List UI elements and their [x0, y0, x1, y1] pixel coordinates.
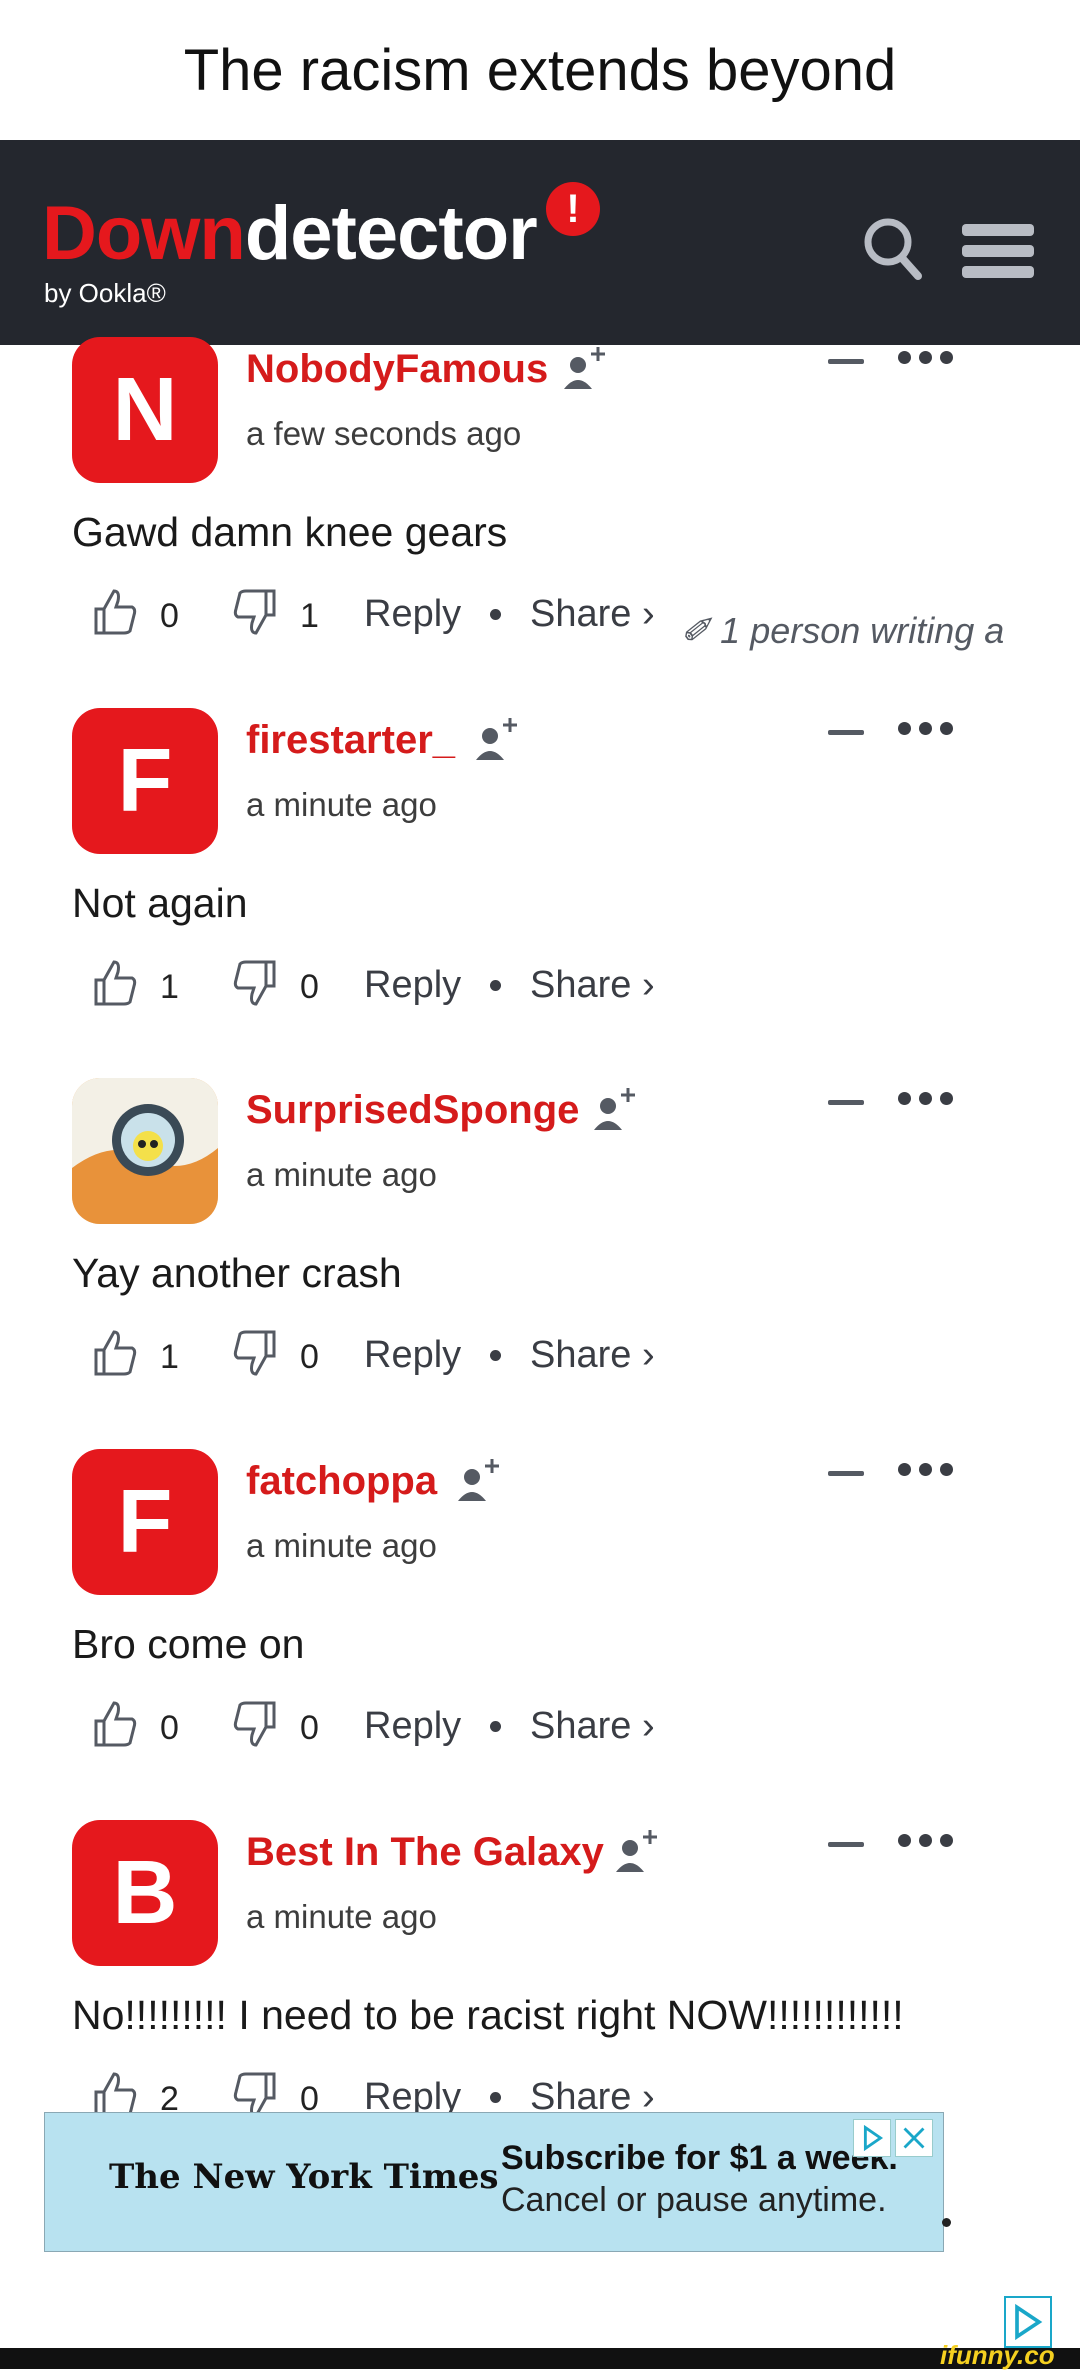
thumbs-up-icon[interactable] [92, 958, 138, 1008]
more-options-icon[interactable] [898, 1092, 953, 1105]
ad-subline: Cancel or pause anytime. [501, 2181, 887, 2219]
comment-item: F fatchoppa a minute ago Bro come on 0 0… [0, 1449, 1080, 1819]
thumbs-up-icon[interactable] [92, 1699, 138, 1749]
comment-item: F firestarter_ a minute ago Not again 1 … [0, 708, 1080, 1078]
hamburger-menu-icon[interactable] [962, 224, 1034, 278]
like-count: 0 [160, 1709, 179, 1747]
follow-user-icon[interactable] [454, 1455, 506, 1507]
comment-text: No!!!!!!!!! I need to be racist right NO… [72, 1992, 904, 2038]
thumbs-down-icon[interactable] [232, 1699, 278, 1749]
comment-username[interactable]: fatchoppa [246, 1459, 437, 1504]
separator-dot [490, 609, 501, 620]
comment-text: Yay another crash [72, 1250, 402, 1296]
avatar[interactable]: F [72, 1449, 218, 1595]
share-button[interactable]: Share › [530, 1334, 655, 1377]
ad-banner[interactable]: The New York Times Subscribe for $1 a we… [44, 2112, 944, 2252]
separator-dot [490, 1721, 501, 1732]
comment-text: Gawd damn knee gears [72, 509, 508, 555]
comment-username[interactable]: Best In The Galaxy [246, 1830, 604, 1875]
comment-username[interactable]: SurprisedSponge [246, 1088, 579, 1133]
like-count: 0 [160, 597, 179, 635]
share-button[interactable]: Share › [530, 964, 655, 1007]
like-count: 1 [160, 1338, 179, 1376]
downdetector-logo[interactable]: Downdetector [42, 190, 538, 277]
thumbs-up-icon[interactable] [92, 587, 138, 637]
comment-timestamp: a minute ago [246, 1527, 437, 1564]
logo-exclamation-icon: ! [546, 182, 600, 236]
comment-text: Bro come on [72, 1621, 305, 1667]
collapse-icon[interactable] [828, 730, 864, 735]
collapse-icon[interactable] [828, 1842, 864, 1847]
ad-close-icon[interactable] [895, 2119, 933, 2157]
dislike-count: 0 [300, 968, 319, 1006]
avatar[interactable]: F [72, 708, 218, 854]
app-header: Downdetector ! by Ookla® [0, 140, 1080, 345]
avatar[interactable] [72, 1078, 218, 1224]
separator-dot [490, 1350, 501, 1361]
thumbs-up-icon[interactable] [92, 1328, 138, 1378]
more-options-icon[interactable] [898, 1463, 953, 1476]
logo-detector: detector [244, 191, 538, 276]
follow-user-icon[interactable] [612, 1826, 664, 1878]
reply-button[interactable]: Reply [364, 593, 461, 636]
dislike-count: 0 [300, 1338, 319, 1376]
separator-dot [490, 2092, 501, 2103]
thumbs-down-icon[interactable] [232, 1328, 278, 1378]
reply-button[interactable]: Reply [364, 964, 461, 1007]
follow-user-icon[interactable] [590, 1084, 642, 1136]
share-button[interactable]: Share › [530, 1705, 655, 1748]
collapse-icon[interactable] [828, 359, 864, 364]
follow-user-icon[interactable] [472, 714, 524, 766]
ad-choices-icon[interactable] [853, 2119, 891, 2157]
comment-username[interactable]: NobodyFamous [246, 347, 548, 392]
ifunny-watermark: ifunny.co [940, 2340, 1055, 2370]
collapse-icon[interactable] [828, 1100, 864, 1105]
collapse-icon[interactable] [828, 1471, 864, 1476]
dislike-count: 1 [300, 597, 319, 635]
follow-user-icon[interactable] [560, 343, 612, 395]
reply-button[interactable]: Reply [364, 1705, 461, 1748]
meme-caption: The racism extends beyond [183, 37, 897, 103]
thumbs-down-icon[interactable] [232, 587, 278, 637]
logo-down: Down [42, 191, 246, 276]
search-icon[interactable] [862, 216, 924, 282]
comment-timestamp: a minute ago [246, 1898, 437, 1935]
comment-text: Not again [72, 880, 248, 926]
watermark-bar [0, 2348, 1080, 2369]
avatar-image [72, 1078, 218, 1224]
comment-item: SurprisedSponge a minute ago Yay another… [0, 1078, 1080, 1448]
avatar[interactable]: N [72, 337, 218, 483]
typing-indicator-text: 1 person writing a [720, 610, 1005, 651]
more-options-icon[interactable] [898, 351, 953, 364]
reply-button[interactable]: Reply [364, 1334, 461, 1377]
comment-timestamp: a few seconds ago [246, 415, 522, 452]
comment-timestamp: a minute ago [246, 1156, 437, 1193]
avatar[interactable]: B [72, 1820, 218, 1966]
logo-byline: by Ookla® [44, 278, 166, 308]
share-button[interactable]: Share › [530, 593, 655, 636]
comment-username[interactable]: firestarter_ [246, 718, 455, 763]
more-options-icon[interactable] [898, 1834, 953, 1847]
separator-dot [490, 980, 501, 991]
ad-headline: Subscribe for $1 a week. [501, 2139, 898, 2177]
thumbs-down-icon[interactable] [232, 958, 278, 1008]
like-count: 1 [160, 968, 179, 1006]
more-options-icon[interactable] [898, 722, 953, 735]
typing-indicator: ✐ 1 person writing a [680, 610, 1005, 651]
comment-timestamp: a minute ago [246, 786, 437, 823]
separator-dot [942, 2218, 951, 2227]
ad-brand-logo: The New York Times [109, 2157, 499, 2197]
dislike-count: 0 [300, 1709, 319, 1747]
